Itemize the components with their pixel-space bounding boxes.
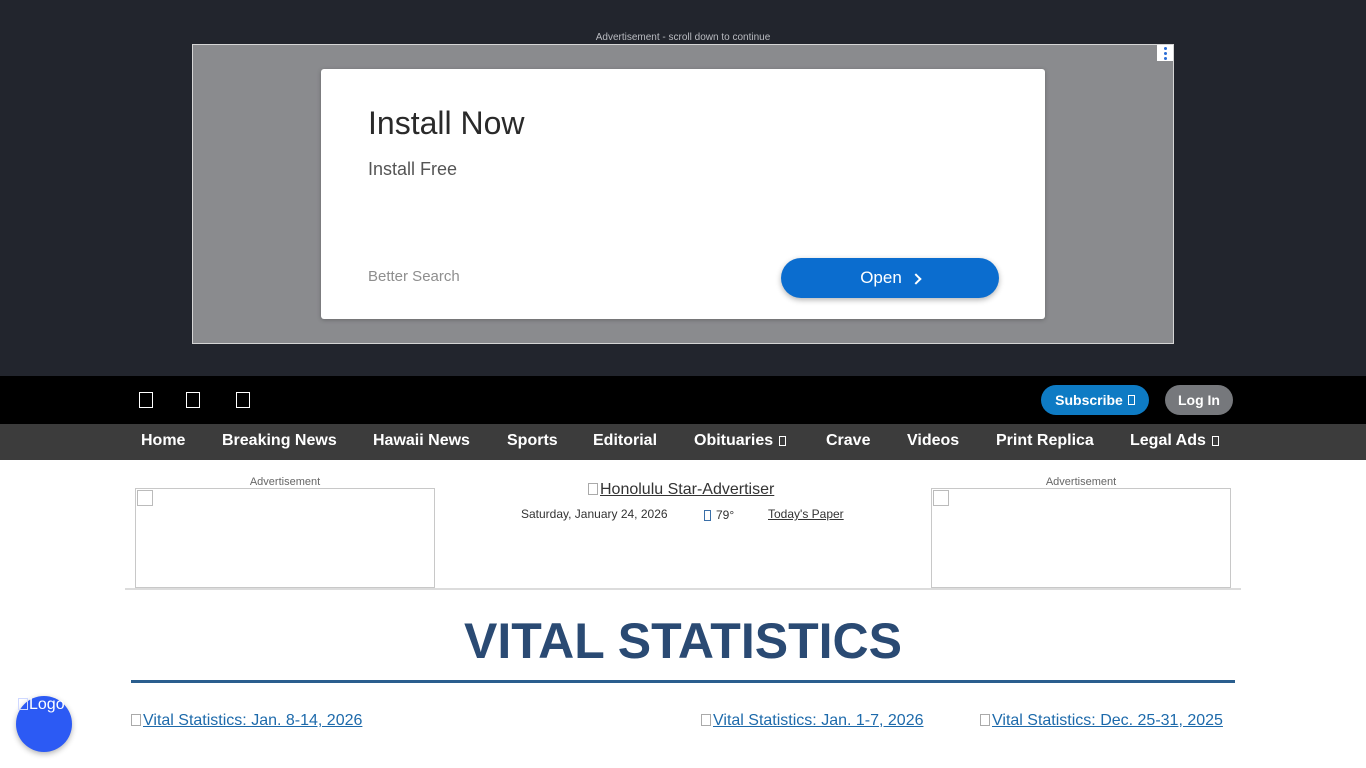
broken-image-icon bbox=[588, 483, 598, 495]
ad-left-box[interactable] bbox=[135, 488, 435, 588]
nav-label: Sports bbox=[507, 432, 558, 449]
nav-label: Crave bbox=[826, 432, 871, 449]
broken-image-icon bbox=[131, 714, 141, 726]
title-rule bbox=[131, 680, 1235, 683]
ad-options-icon[interactable] bbox=[1157, 45, 1173, 61]
nav-label: Home bbox=[141, 432, 186, 449]
todays-paper-link[interactable]: Today's Paper bbox=[768, 507, 844, 521]
nav-label: Breaking News bbox=[222, 432, 337, 449]
nav-label: Obituaries bbox=[694, 432, 774, 449]
nav-item-crave[interactable]: Crave bbox=[826, 424, 870, 460]
link-label: Vital Statistics: Jan. 1-7, 2026 bbox=[713, 712, 924, 729]
weather-icon bbox=[704, 509, 711, 521]
nav-label: Editorial bbox=[593, 432, 658, 449]
nav-item-legal-ads[interactable]: Legal Ads bbox=[1130, 424, 1219, 460]
weather-widget[interactable]: 79° bbox=[704, 508, 734, 522]
vital-statistics-link[interactable]: Vital Statistics: Dec. 25-31, 2025 bbox=[980, 712, 1223, 730]
ad-right-label: Advertisement bbox=[1045, 476, 1117, 488]
ad-card[interactable]: Install Now Install Free Better Search O… bbox=[321, 69, 1045, 319]
twitter-icon[interactable] bbox=[186, 392, 200, 408]
nav-item-home[interactable]: Home bbox=[141, 424, 185, 460]
nav-label: Print Replica bbox=[996, 432, 1094, 449]
chevron-right-icon bbox=[910, 272, 922, 285]
subscribe-button[interactable]: Subscribe bbox=[1041, 385, 1149, 415]
nav-item-hawaii-news[interactable]: Hawaii News bbox=[373, 424, 470, 460]
broken-image-icon bbox=[137, 490, 153, 506]
vital-statistics-link[interactable]: Vital Statistics: Jan. 1-7, 2026 bbox=[701, 712, 923, 730]
nav-label: Hawaii News bbox=[373, 432, 470, 449]
broken-image-icon bbox=[701, 714, 711, 726]
link-label: Vital Statistics: Jan. 8-14, 2026 bbox=[143, 712, 363, 729]
nav-item-obituaries[interactable]: Obituaries bbox=[694, 424, 787, 460]
advertisement-zone: Advertisement - scroll down to continue … bbox=[0, 0, 1366, 376]
main-nav: Home Breaking News Hawaii News Sports Ed… bbox=[0, 424, 1366, 460]
broken-image-icon bbox=[18, 698, 28, 710]
current-date: Saturday, January 24, 2026 bbox=[521, 507, 668, 521]
chat-logo-text: Logo bbox=[29, 696, 65, 713]
ad-frame[interactable]: Install Now Install Free Better Search O… bbox=[192, 44, 1174, 344]
nav-item-breaking-news[interactable]: Breaking News bbox=[222, 424, 337, 460]
nav-label: Legal Ads bbox=[1130, 432, 1206, 449]
nav-label: Videos bbox=[907, 432, 960, 449]
ad-open-button[interactable]: Open bbox=[781, 258, 999, 298]
broken-image-icon bbox=[933, 490, 949, 506]
nav-item-print-replica[interactable]: Print Replica bbox=[996, 424, 1094, 460]
ad-subtitle: Install Free bbox=[368, 159, 458, 179]
chat-logo-alt: Logo bbox=[18, 696, 65, 714]
external-link-icon bbox=[1127, 395, 1135, 405]
nav-item-editorial[interactable]: Editorial bbox=[593, 424, 657, 460]
header-divider bbox=[125, 588, 1241, 590]
vital-statistics-link[interactable]: Vital Statistics: Jan. 8-14, 2026 bbox=[131, 712, 362, 730]
external-link-icon bbox=[1211, 436, 1219, 446]
site-logo-link[interactable]: Honolulu Star-Advertiser bbox=[588, 481, 774, 499]
nav-item-sports[interactable]: Sports bbox=[507, 424, 558, 460]
subscribe-label: Subscribe bbox=[1055, 392, 1123, 408]
ad-title: Install Now bbox=[368, 105, 525, 141]
logo-alt-text: Honolulu Star-Advertiser bbox=[600, 481, 775, 498]
ad-left-label: Advertisement bbox=[249, 476, 321, 488]
login-button[interactable]: Log In bbox=[1165, 385, 1233, 415]
ad-brand: Better Search bbox=[368, 268, 460, 285]
ad-right-box[interactable] bbox=[931, 488, 1231, 588]
broken-image-icon bbox=[980, 714, 990, 726]
nav-item-videos[interactable]: Videos bbox=[907, 424, 959, 460]
ad-caption: Advertisement - scroll down to continue bbox=[595, 32, 771, 43]
page-title: VITAL STATISTICS bbox=[464, 613, 902, 669]
ad-open-label: Open bbox=[860, 268, 902, 287]
facebook-icon[interactable] bbox=[139, 392, 153, 408]
instagram-icon[interactable] bbox=[236, 392, 250, 408]
top-bar: Subscribe Log In bbox=[0, 376, 1366, 424]
login-label: Log In bbox=[1178, 392, 1220, 408]
temperature: 79° bbox=[716, 508, 735, 522]
external-link-icon bbox=[779, 436, 787, 446]
link-label: Vital Statistics: Dec. 25-31, 2025 bbox=[992, 712, 1223, 729]
